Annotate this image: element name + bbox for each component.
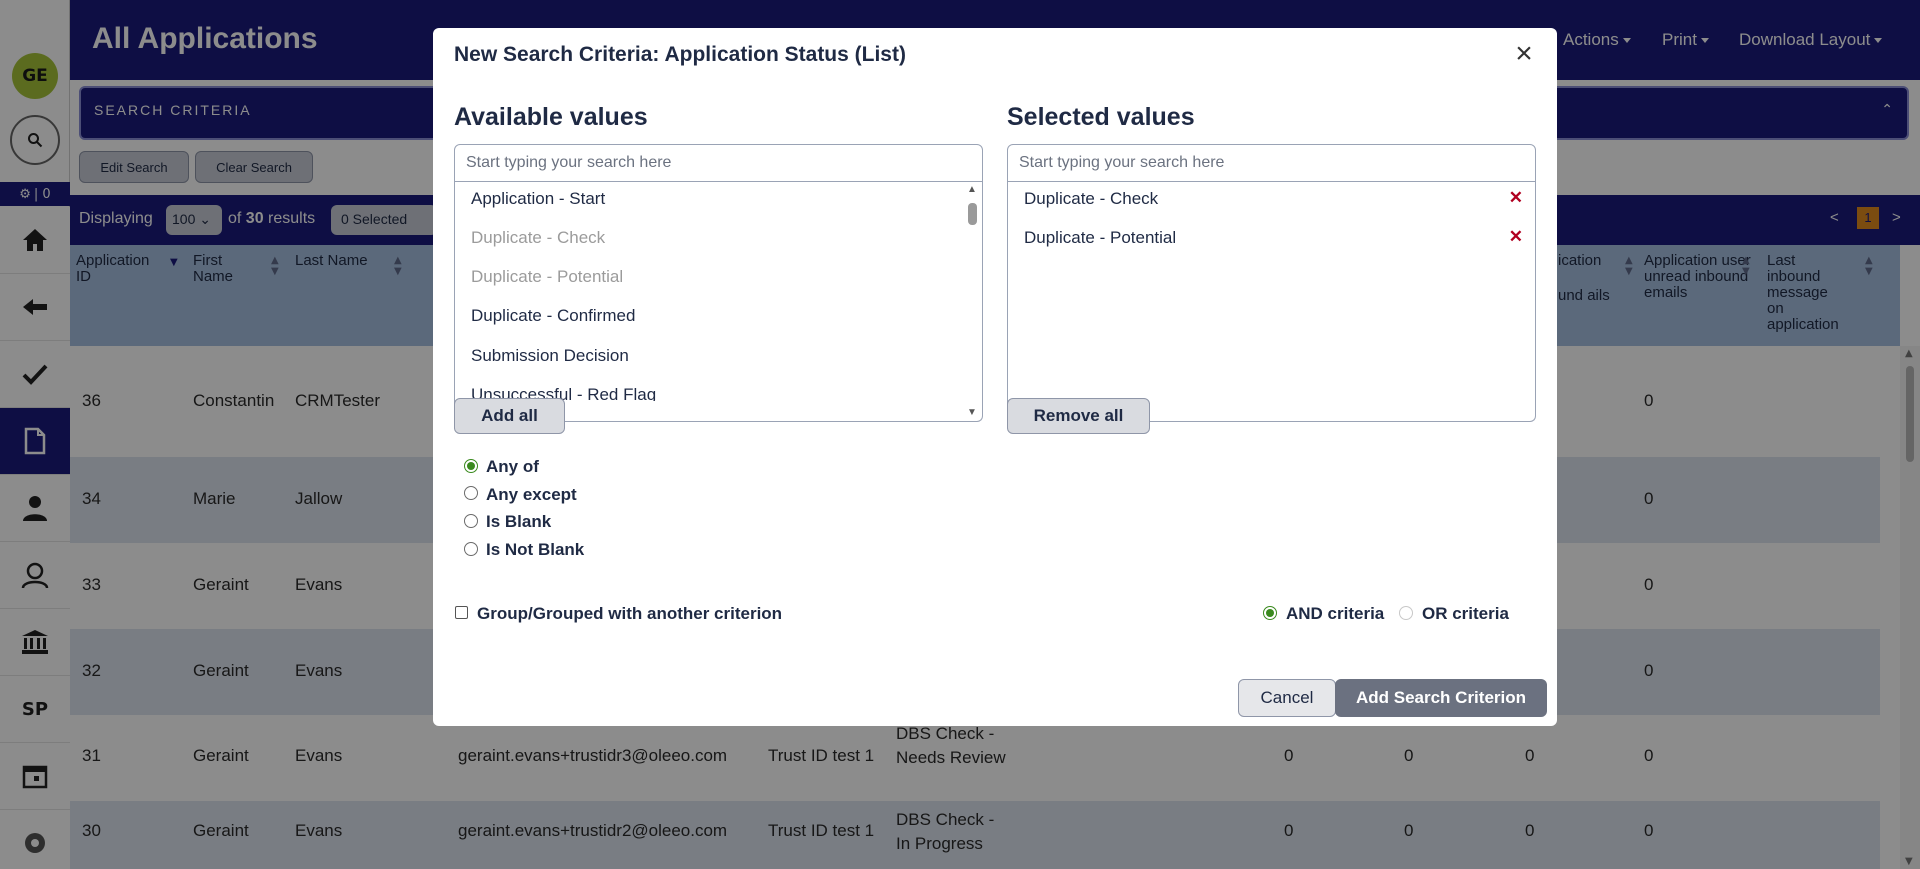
or-criteria-label[interactable]: OR criteria xyxy=(1422,604,1509,624)
cancel-button[interactable]: Cancel xyxy=(1238,679,1336,717)
selected-values-title: Selected values xyxy=(1007,103,1195,131)
selected-item: Duplicate - Check xyxy=(1024,189,1159,208)
add-all-button[interactable]: Add all xyxy=(454,398,565,434)
any-except-label[interactable]: Any except xyxy=(486,485,577,505)
scroll-up-icon[interactable]: ▲ xyxy=(967,184,977,195)
remove-icon[interactable]: ✕ xyxy=(1509,188,1523,208)
selected-item: Duplicate - Potential xyxy=(1024,228,1177,247)
is-not-blank-radio[interactable] xyxy=(464,542,478,556)
any-of-label[interactable]: Any of xyxy=(486,457,539,477)
available-values-title: Available values xyxy=(454,103,648,131)
any-of-radio[interactable] xyxy=(464,459,478,473)
remove-icon[interactable]: ✕ xyxy=(1509,227,1523,247)
scrollbar-thumb[interactable] xyxy=(968,203,977,225)
available-search-input[interactable] xyxy=(454,144,983,182)
dialog-title: New Search Criteria: Application Status … xyxy=(454,43,906,66)
list-scrollbar[interactable]: ▲ ▼ xyxy=(963,181,981,421)
add-search-criterion-button[interactable]: Add Search Criterion xyxy=(1335,679,1547,717)
scroll-down-icon[interactable]: ▼ xyxy=(967,407,977,418)
is-blank-label[interactable]: Is Blank xyxy=(486,512,551,532)
list-item[interactable]: Application - Start xyxy=(471,189,605,209)
and-criteria-radio[interactable] xyxy=(1263,606,1277,620)
remove-all-button[interactable]: Remove all xyxy=(1007,398,1150,434)
available-values-list[interactable]: Application - Start Duplicate - Check Du… xyxy=(454,181,983,422)
selected-search-input[interactable] xyxy=(1007,144,1536,182)
and-criteria-label[interactable]: AND criteria xyxy=(1286,604,1384,624)
selected-values-list[interactable]: Duplicate - Check ✕ Duplicate - Potentia… xyxy=(1007,181,1536,422)
search-criteria-dialog: New Search Criteria: Application Status … xyxy=(433,28,1557,726)
group-criterion-label[interactable]: Group/Grouped with another criterion xyxy=(477,604,782,624)
group-criterion-checkbox[interactable] xyxy=(455,606,468,619)
list-item-disabled: Duplicate - Check xyxy=(471,228,606,247)
or-criteria-radio[interactable] xyxy=(1399,606,1413,620)
list-item[interactable]: Duplicate - Confirmed xyxy=(471,306,635,326)
close-icon[interactable]: × xyxy=(1511,39,1537,69)
is-blank-radio[interactable] xyxy=(464,514,478,528)
list-item-disabled: Duplicate - Potential xyxy=(471,267,624,286)
list-item[interactable]: Submission Decision xyxy=(471,346,629,366)
any-except-radio[interactable] xyxy=(464,486,478,500)
is-not-blank-label[interactable]: Is Not Blank xyxy=(486,540,584,560)
